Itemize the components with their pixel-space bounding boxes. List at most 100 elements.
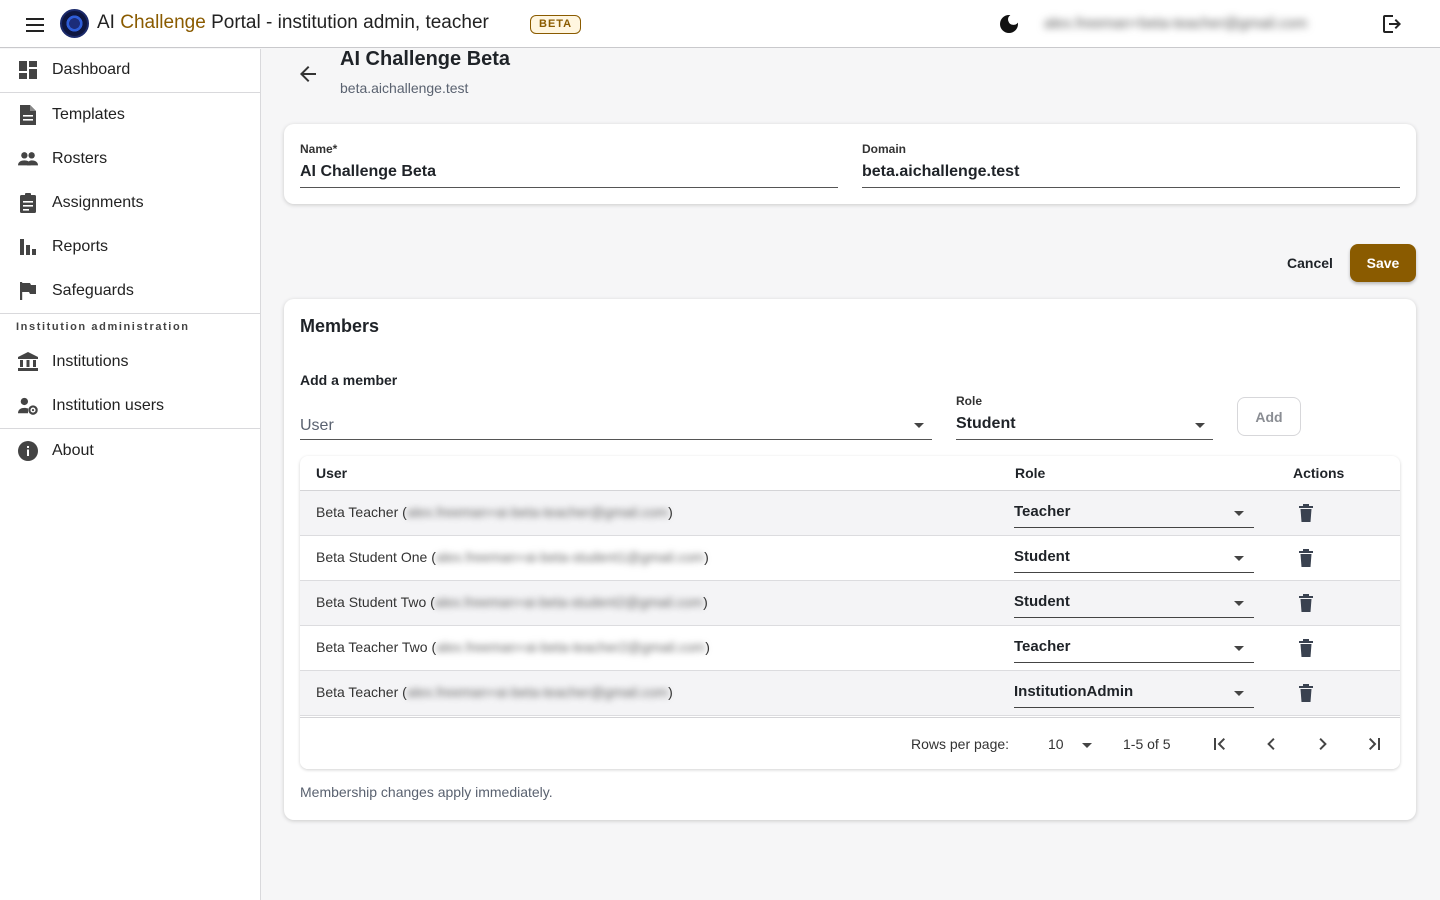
table-row: Beta Teacher Two (alex.freeman+ai-beta-t… <box>300 626 1400 671</box>
delete-icon[interactable] <box>1298 504 1314 522</box>
sidebar-item-assignments[interactable]: Assignments <box>0 183 260 223</box>
chevron-down-icon <box>1195 423 1205 428</box>
table-row: Beta Teacher (alex.freeman+ai-beta-teach… <box>300 491 1400 536</box>
add-member-button[interactable]: Add <box>1237 397 1301 436</box>
app-logo <box>60 9 89 38</box>
user-email: alex.freeman+beta-teacher@gmail.com <box>1044 15 1308 32</box>
sidebar-item-institutions[interactable]: Institutions <box>0 342 260 382</box>
member-email: alex.freeman+ai-beta-student1@gmail.com <box>435 549 705 565</box>
rows-per-page-select[interactable]: 10 <box>1046 732 1092 756</box>
member-user-cell: Beta Student Two (alex.freeman+ai-beta-s… <box>316 594 708 610</box>
sidebar-item-rosters[interactable]: Rosters <box>0 139 260 179</box>
domain-field[interactable]: beta.aichallenge.test <box>862 163 1019 181</box>
domain-field-label: Domain <box>862 142 907 156</box>
delete-icon[interactable] <box>1298 594 1314 612</box>
name-field-underline <box>300 187 838 188</box>
chevron-down-icon <box>914 423 924 428</box>
arrow-back-icon[interactable] <box>296 62 320 86</box>
member-role-select[interactable]: Teacher <box>1014 635 1254 663</box>
member-role-select[interactable]: Student <box>1014 590 1254 618</box>
member-user-cell: Beta Teacher Two (alex.freeman+ai-beta-t… <box>316 639 710 655</box>
role-select-label: Role <box>956 394 983 408</box>
bank-icon <box>18 352 38 372</box>
table-row: Beta Student Two (alex.freeman+ai-beta-s… <box>300 581 1400 626</box>
clipboard-icon <box>18 193 38 213</box>
table-header: User Role Actions <box>300 456 1400 491</box>
logout-icon[interactable] <box>1380 12 1404 36</box>
sidebar-item-label: Institution users <box>52 397 165 414</box>
members-title: Members <box>300 316 380 336</box>
member-email: alex.freeman+ai-beta-student2@gmail.com <box>434 594 704 610</box>
column-header-actions: Actions <box>1293 465 1345 481</box>
member-name: Beta Teacher Two <box>316 639 428 655</box>
sidebar-item-label: Assignments <box>52 194 144 211</box>
app-title: AI Challenge Portal - institution admin,… <box>97 12 489 34</box>
dark-mode-icon[interactable] <box>997 12 1021 36</box>
previous-page-icon[interactable] <box>1258 731 1284 757</box>
member-user-cell: Beta Teacher (alex.freeman+ai-beta-teach… <box>316 504 673 520</box>
app-title-accent: Challenge <box>120 12 206 33</box>
page-subtitle: beta.aichallenge.test <box>340 80 469 96</box>
sidebar: Dashboard Templates Rosters Assignments … <box>0 49 261 900</box>
member-role-select[interactable]: InstitutionAdmin <box>1014 680 1254 708</box>
pagination-range: 1-5 of 5 <box>1123 736 1171 752</box>
column-header-role: Role <box>1015 465 1046 481</box>
rows-per-page-value: 10 <box>1048 736 1064 752</box>
table-pagination: Rows per page: 10 1-5 of 5 <box>300 717 1400 769</box>
sidebar-divider <box>0 313 260 314</box>
chevron-down-icon <box>1234 556 1244 561</box>
sidebar-item-dashboard[interactable]: Dashboard <box>0 50 260 90</box>
sidebar-item-templates[interactable]: Templates <box>0 95 260 135</box>
info-icon <box>18 441 38 461</box>
sidebar-item-institution-users[interactable]: Institution users <box>0 386 260 426</box>
sidebar-item-safeguards[interactable]: Safeguards <box>0 271 260 311</box>
sidebar-item-label: Rosters <box>52 150 108 167</box>
sidebar-item-about[interactable]: About <box>0 431 260 471</box>
member-name: Beta Teacher <box>316 504 399 520</box>
sidebar-item-label: Reports <box>52 238 109 255</box>
first-page-icon[interactable] <box>1207 731 1233 757</box>
beta-badge: BETA <box>530 15 582 34</box>
table-row: Beta Teacher (alex.freeman+ai-beta-teach… <box>300 671 1400 716</box>
member-role-value: Teacher <box>1014 638 1071 655</box>
app-title-prefix: AI <box>97 12 121 33</box>
save-button[interactable]: Save <box>1350 244 1416 282</box>
column-header-user: User <box>316 465 348 481</box>
cancel-button[interactable]: Cancel <box>1276 246 1344 280</box>
role-select-value: Student <box>956 415 1016 432</box>
name-field[interactable]: AI Challenge Beta <box>300 163 436 181</box>
member-name: Beta Student Two <box>316 594 427 610</box>
page-title: AI Challenge Beta <box>340 48 511 70</box>
next-page-icon[interactable] <box>1310 731 1336 757</box>
sidebar-item-label: Safeguards <box>52 282 134 299</box>
sidebar-item-reports[interactable]: Reports <box>0 227 260 267</box>
sidebar-item-label: About <box>52 442 94 459</box>
menu-icon[interactable] <box>24 14 46 34</box>
sidebar-item-label: Dashboard <box>52 61 131 78</box>
institution-details-card: Name* AI Challenge Beta Domain beta.aich… <box>284 124 1416 204</box>
chevron-down-icon <box>1234 691 1244 696</box>
flag-icon <box>18 281 38 301</box>
user-select[interactable]: User <box>300 412 932 440</box>
app-title-rest: Portal - institution admin, teacher <box>205 12 489 33</box>
member-role-value: InstitutionAdmin <box>1014 683 1134 700</box>
dashboard-icon <box>18 60 38 80</box>
member-role-select[interactable]: Student <box>1014 545 1254 573</box>
delete-icon[interactable] <box>1298 684 1314 702</box>
delete-icon[interactable] <box>1298 639 1314 657</box>
member-role-select[interactable]: Teacher <box>1014 500 1254 528</box>
chevron-down-icon <box>1082 743 1092 748</box>
member-role-value: Student <box>1014 593 1070 610</box>
last-page-icon[interactable] <box>1361 731 1387 757</box>
role-select[interactable]: Student <box>956 412 1213 440</box>
rows-per-page-label: Rows per page: <box>911 736 1010 752</box>
member-user-cell: Beta Student One (alex.freeman+ai-beta-s… <box>316 549 709 565</box>
add-member-title: Add a member <box>300 372 398 388</box>
user-select-placeholder: User <box>300 417 334 434</box>
table-row: Beta Student One (alex.freeman+ai-beta-s… <box>300 536 1400 581</box>
member-name: Beta Student One <box>316 549 428 565</box>
delete-icon[interactable] <box>1298 549 1314 567</box>
name-field-label: Name* <box>300 142 338 156</box>
member-email: alex.freeman+ai-beta-teacher@gmail.com <box>406 504 669 520</box>
user-gear-icon <box>18 396 38 416</box>
